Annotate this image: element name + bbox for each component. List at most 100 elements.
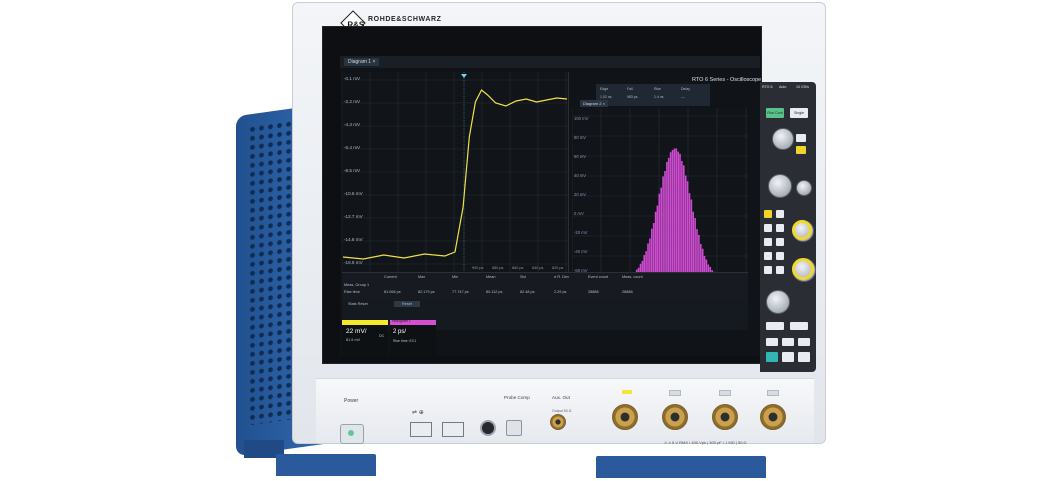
vertical-scale-ring[interactable]	[792, 258, 814, 280]
apps-button[interactable]	[766, 352, 778, 362]
trigger-knob[interactable]	[772, 128, 794, 150]
menu-button-5[interactable]	[798, 338, 810, 346]
auto-button[interactable]	[796, 146, 806, 154]
diagram-tab-1[interactable]: Diagram 1 ×	[344, 58, 380, 66]
histogram-bar	[684, 175, 687, 278]
power-label: Power	[344, 398, 359, 404]
histogram-tab: Histogram 1	[392, 319, 411, 323]
aux-out-connector[interactable]	[550, 414, 566, 430]
panel-status-label: 10 GS/s	[796, 85, 809, 89]
channel-select-button[interactable]	[764, 252, 772, 260]
trigger-menu-button[interactable]	[796, 134, 806, 142]
histogram-plot[interactable]: 100 mV 80 mV 60 mV 40 mV 20 mV 0 mV -20 mV -40 …	[571, 108, 748, 280]
histogram-bar	[671, 150, 674, 278]
save-button[interactable]	[782, 352, 794, 362]
channel-select-button[interactable]	[776, 266, 784, 274]
meas-group-label: Meas. Group 1	[344, 283, 370, 287]
meas-header-cell: Std	[520, 275, 526, 279]
stats-reset-button[interactable]: Reset	[394, 301, 420, 307]
trigger-marker-icon	[461, 74, 467, 78]
y-tick-label-right: 80 mV	[574, 135, 586, 140]
usb-port-2[interactable]	[442, 422, 464, 437]
y-tick-label-left: -14.8 mV	[344, 237, 364, 242]
meas-value-cell: 82.48 ps	[520, 290, 535, 294]
waveform-svg: -16.9 mV -14.8 mV -12.7 mV -10.6 mV -8.5 mV -…	[341, 72, 568, 272]
y-tick-label-right: 60 mV	[574, 154, 586, 159]
histogram-bar	[664, 171, 666, 278]
waveform-plot[interactable]: -16.9 mV -14.8 mV -12.7 mV -10.6 mV -8.5 mV -…	[341, 72, 569, 272]
meas-row-label: Rise time	[344, 290, 360, 294]
info-header-cell: Edge	[600, 87, 609, 91]
input-warning-label: ⚠ ± 5 V RMS / 400 Vpk | 300 pF / 1 MΩ | …	[664, 440, 747, 445]
meas-value-cell: 2.29 ps	[554, 290, 567, 294]
run-cont-button[interactable]: Run Cont	[766, 108, 784, 118]
meas-value-cell: 81.066 ps	[384, 290, 401, 294]
channel-select-button[interactable]	[776, 252, 784, 260]
vertical-position-ring[interactable]	[792, 220, 812, 240]
usb-port-1[interactable]	[410, 422, 432, 437]
horizontal-position-knob[interactable]	[796, 180, 812, 196]
histogram-bar	[696, 229, 698, 278]
channel-2-marker-icon	[669, 390, 681, 396]
x-tick-label-left: 900 ps	[472, 266, 484, 270]
channel-4-input[interactable]	[760, 404, 786, 430]
channel-2-input[interactable]	[662, 404, 688, 430]
channel-select-button[interactable]	[776, 224, 784, 232]
y-tick-label-left: -10.6 mV	[344, 191, 364, 196]
usb-icon: ⇌ ⊕	[412, 410, 424, 416]
horizontal-knob[interactable]	[768, 174, 792, 198]
histogram-bar	[662, 176, 664, 278]
device-foot-right	[596, 456, 766, 478]
info-header-cell: Delay	[681, 87, 690, 91]
x-tick-label-left: 880 ps	[492, 266, 504, 270]
y-tick-label-right: -20 mV	[574, 230, 588, 235]
channel-select-button[interactable]	[776, 238, 784, 246]
channel-select-button[interactable]	[776, 210, 784, 218]
menu-button-3[interactable]	[766, 338, 778, 346]
ground-jack[interactable]	[480, 420, 496, 436]
menu-button-2[interactable]	[790, 322, 808, 330]
histogram-bar	[660, 187, 662, 278]
panel-status-label: Auto	[779, 85, 787, 89]
histogram-svg: 100 mV 80 mV 60 mV 40 mV 20 mV 0 mV -20 mV -40 …	[571, 108, 748, 280]
y-tick-label-left: -12.7 mV	[344, 214, 364, 219]
diagram-tab-2[interactable]: Diagram 2 ×	[580, 100, 608, 107]
single-button[interactable]: Single	[790, 108, 808, 118]
histogram-bar	[669, 152, 672, 278]
navigation-knob[interactable]	[766, 290, 790, 314]
y-tick-label-right: 40 mV	[574, 173, 586, 178]
y-tick-label-left: -6.4 mV	[344, 145, 361, 150]
channel-select-button[interactable]	[764, 224, 772, 232]
channel-3-input[interactable]	[712, 404, 738, 430]
histogram-source: Rise time: EC1	[393, 339, 417, 343]
channel-select-button[interactable]	[764, 238, 772, 246]
meas-header-cell: Min	[452, 275, 459, 279]
channel-select-button[interactable]	[764, 210, 772, 218]
meas-header-cell: σ R. Dev	[554, 275, 570, 279]
info-value-cell: 1.4 ns	[654, 95, 664, 99]
meas-value-cell: 82.179 ps	[418, 290, 435, 294]
measurement-strip: Current Max Min Mean Std σ R. Dev Event count M…	[342, 272, 748, 301]
menu-button-1[interactable]	[766, 322, 784, 330]
waveform-trace	[342, 89, 568, 260]
series-title: RTO 6 Series - Oscilloscope	[692, 77, 762, 83]
stats-reset-label: Stats Reset	[348, 302, 368, 306]
histogram-bar	[688, 193, 691, 278]
meas-value-cell: 80.112 ps	[486, 290, 503, 294]
histogram-bar	[658, 193, 661, 278]
measurement-info-table: Edge Fall Rise Delay 1.02 ns 983 ps 1.4 ns —	[596, 84, 710, 106]
histogram-bar	[677, 151, 679, 278]
meas-value-cell: 77.747 ps	[452, 290, 469, 294]
menu-button-4[interactable]	[782, 338, 794, 346]
histogram-bar	[651, 228, 653, 278]
power-led-icon	[348, 430, 354, 436]
channel-1-input[interactable]	[612, 404, 638, 430]
info-value-cell: —	[681, 95, 685, 99]
histogram-bar	[673, 148, 676, 278]
probe-comp-label: Probe Comp	[504, 395, 530, 400]
channel-select-button[interactable]	[764, 266, 772, 274]
print-button[interactable]	[798, 352, 810, 362]
histogram-bar	[683, 165, 685, 278]
y-tick-label-right: -40 mV	[574, 249, 588, 254]
probe-comp-terminal[interactable]	[506, 420, 522, 436]
